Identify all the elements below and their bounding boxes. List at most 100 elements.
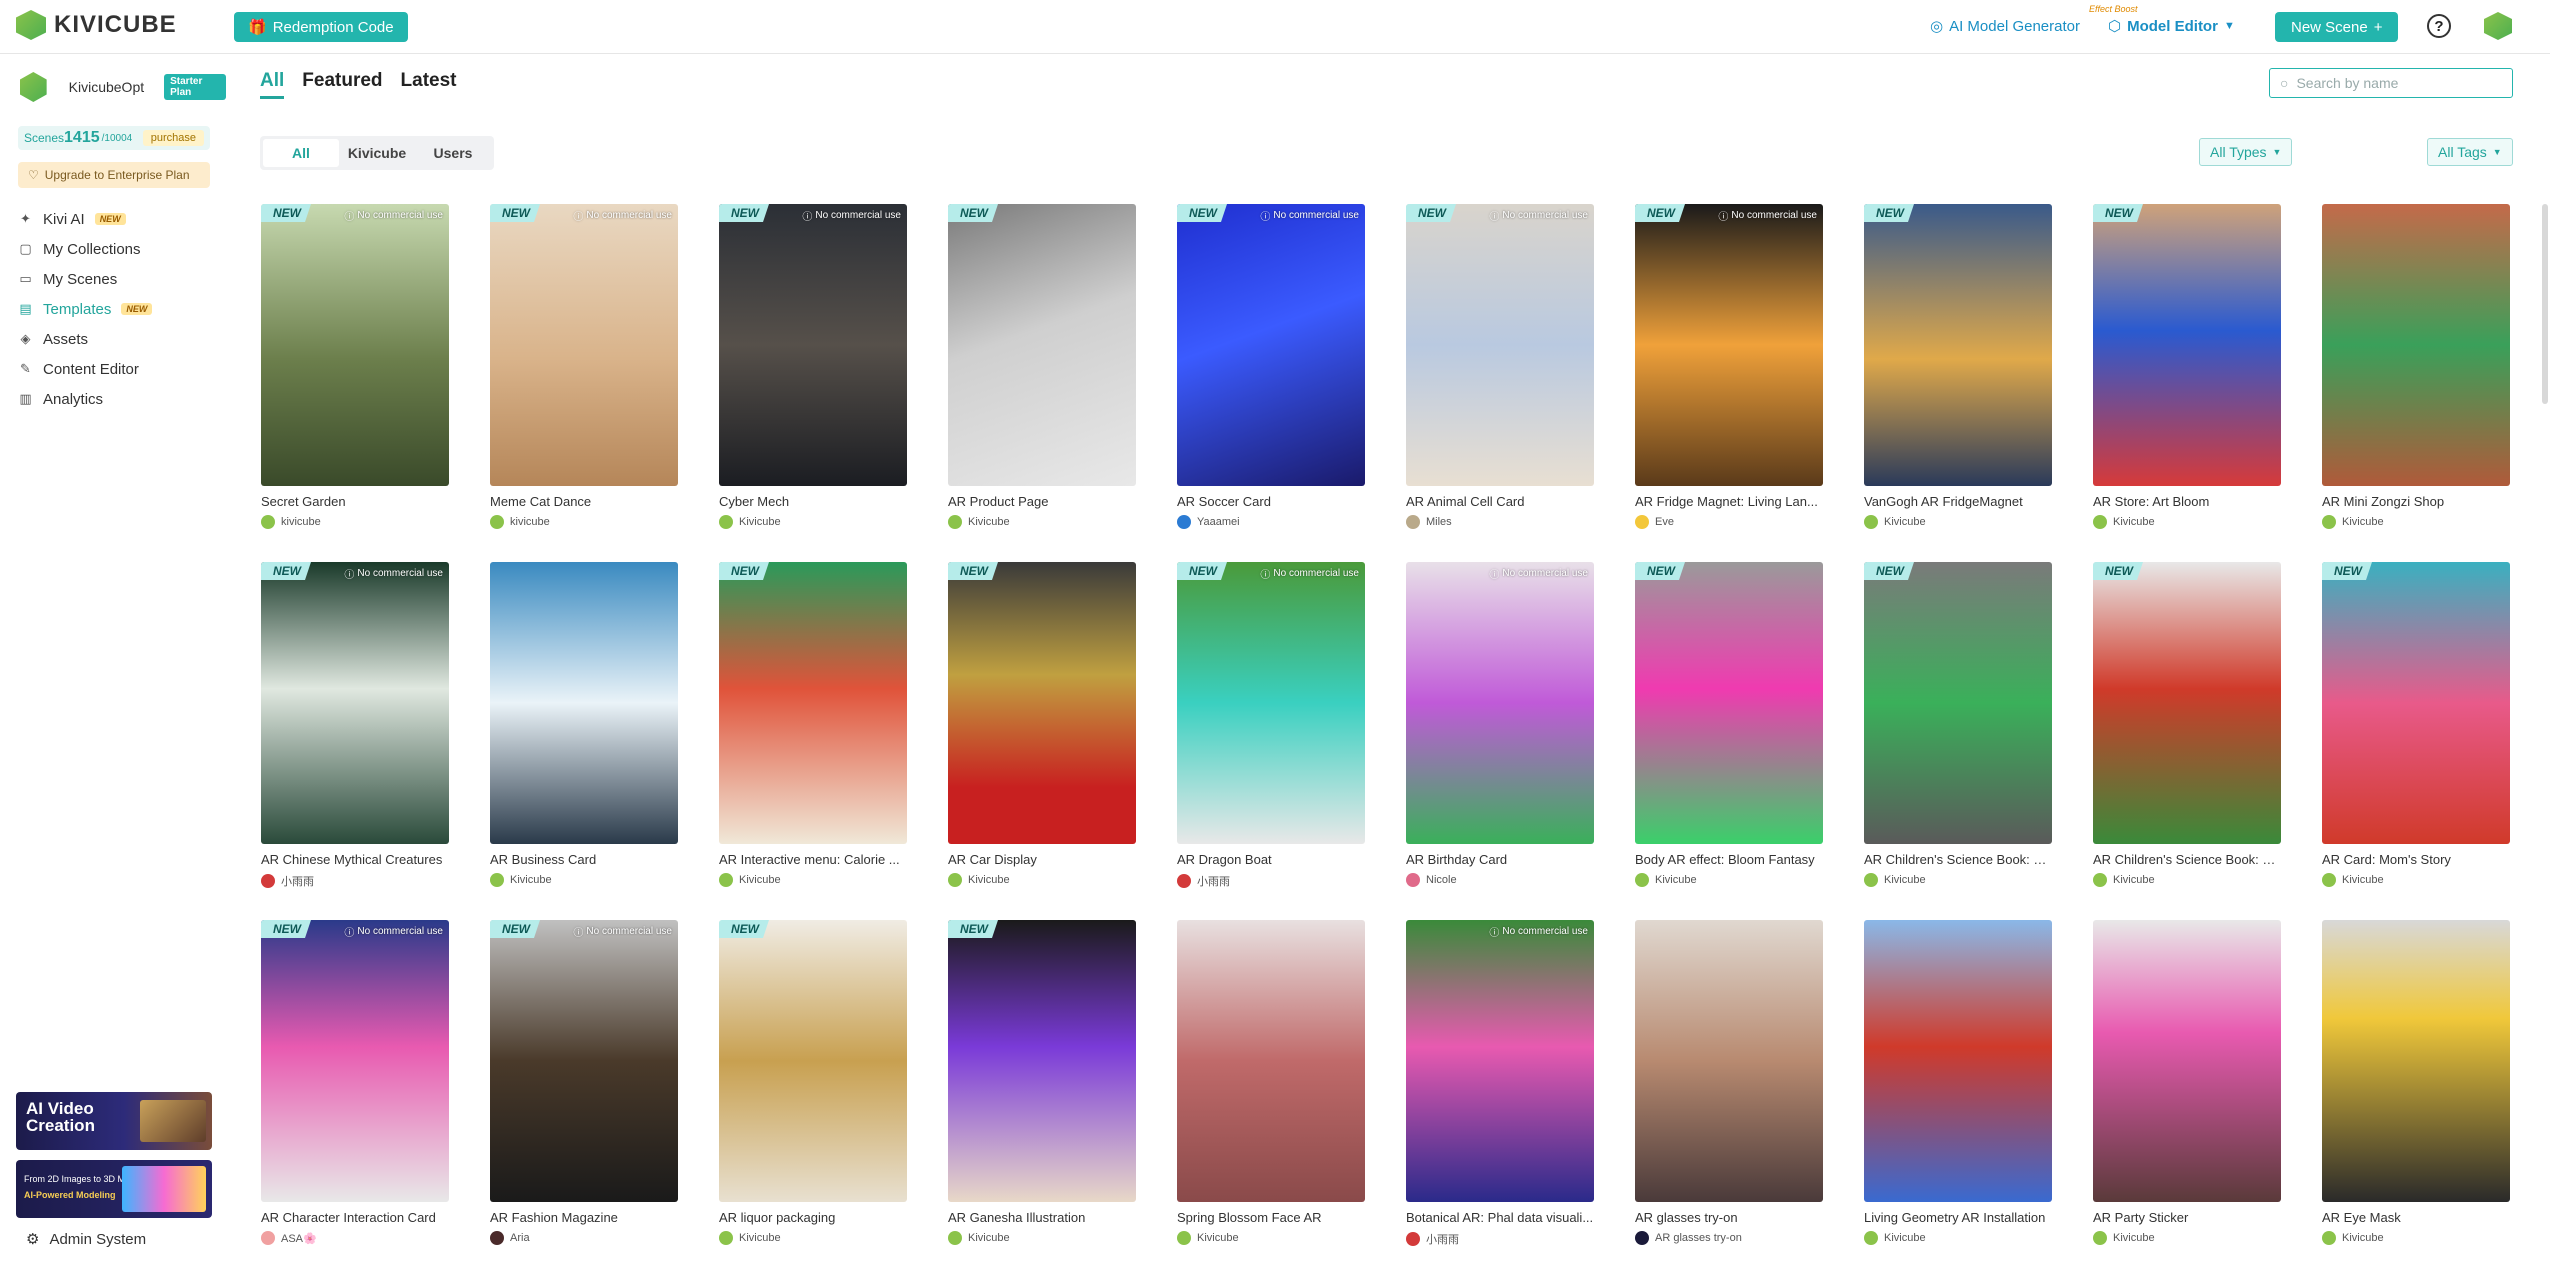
template-title[interactable]: Spring Blossom Face AR [1177,1210,1365,1225]
segment-kivicube[interactable]: Kivicube [339,139,415,167]
template-thumbnail[interactable]: NEW [948,562,1136,844]
template-title[interactable]: AR Ganesha Illustration [948,1210,1136,1225]
user-avatar[interactable] [2484,12,2512,40]
template-title[interactable]: AR Party Sticker [2093,1210,2281,1225]
template-title[interactable]: Living Geometry AR Installation [1864,1210,2052,1225]
template-thumbnail[interactable] [2322,920,2510,1202]
template-thumbnail[interactable]: NEW [948,920,1136,1202]
template-card[interactable]: NEW AR liquor packaging Kivicube [719,920,907,1245]
template-thumbnail[interactable]: NEW ⓘ No commercial use [261,920,449,1202]
template-title[interactable]: VanGogh AR FridgeMagnet [1864,494,2052,509]
template-card[interactable]: NEW ⓘ No commercial use AR Animal Cell Ca… [1406,204,1594,529]
tab-latest[interactable]: Latest [401,70,457,99]
template-thumbnail[interactable]: ⓘ No commercial use [1406,562,1594,844]
scrollbar[interactable] [2542,204,2548,404]
template-thumbnail[interactable]: NEW [719,562,907,844]
template-thumbnail[interactable]: NEW ⓘ No commercial use [1635,204,1823,486]
template-title[interactable]: AR Animal Cell Card [1406,494,1594,509]
template-thumbnail[interactable] [1177,920,1365,1202]
template-card[interactable]: NEW ⓘ No commercial use AR Fashion Magazi… [490,920,678,1245]
template-title[interactable]: AR Card: Mom's Story [2322,852,2510,867]
sidebar-item-kivi-ai[interactable]: ✦ Kivi AI NEW [18,204,218,234]
template-thumbnail[interactable] [2093,920,2281,1202]
template-card[interactable]: NEW AR Ganesha Illustration Kivicube [948,920,1136,1245]
template-title[interactable]: Botanical AR: Phal data visuali... [1406,1210,1594,1225]
template-title[interactable]: AR Children's Science Book: M... [2093,852,2281,867]
sidebar-item-content-editor[interactable]: ✎ Content Editor [18,354,218,384]
template-card[interactable]: NEW AR Children's Science Book: R... Kiv… [1864,562,2052,887]
model-editor-dropdown[interactable]: ⬡ Model Editor ▼ [2108,17,2235,36]
template-title[interactable]: AR Character Interaction Card [261,1210,449,1225]
template-title[interactable]: AR Car Display [948,852,1136,867]
template-card[interactable]: NEW Body AR effect: Bloom Fantasy Kivicu… [1635,562,1823,887]
template-title[interactable]: AR Birthday Card [1406,852,1594,867]
template-card[interactable]: NEW ⓘ No commercial use Cyber Mech Kivicu… [719,204,907,529]
template-card[interactable]: AR Mini Zongzi Shop Kivicube [2322,204,2510,529]
segment-all[interactable]: All [263,139,339,167]
template-thumbnail[interactable]: NEW ⓘ No commercial use [261,204,449,486]
template-card[interactable]: NEW ⓘ No commercial use AR Dragon Boat 小雨… [1177,562,1365,888]
template-title[interactable]: AR Soccer Card [1177,494,1365,509]
redemption-code-button[interactable]: 🎁 Redemption Code [234,12,408,42]
template-thumbnail[interactable]: NEW ⓘ No commercial use [1177,562,1365,844]
template-card[interactable]: AR Party Sticker Kivicube [2093,920,2281,1245]
template-card[interactable]: Spring Blossom Face AR Kivicube [1177,920,1365,1245]
segment-users[interactable]: Users [415,139,491,167]
template-thumbnail[interactable]: NEW [2093,562,2281,844]
tab-featured[interactable]: Featured [302,70,382,99]
template-title[interactable]: AR Store: Art Bloom [2093,494,2281,509]
all-tags-filter[interactable]: All Tags ▼ [2427,138,2513,166]
template-thumbnail[interactable]: NEW [1635,562,1823,844]
template-title[interactable]: AR Children's Science Book: R... [1864,852,2052,867]
template-thumbnail[interactable]: NEW ⓘ No commercial use [1406,204,1594,486]
template-card[interactable]: ⓘ No commercial use AR Birthday Card Nico… [1406,562,1594,887]
search-input[interactable]: ○ Search by name [2269,68,2513,98]
template-title[interactable]: Meme Cat Dance [490,494,678,509]
template-title[interactable]: Cyber Mech [719,494,907,509]
template-thumbnail[interactable] [1635,920,1823,1202]
template-card[interactable]: NEW AR Product Page Kivicube [948,204,1136,529]
template-card[interactable]: NEW ⓘ No commercial use Secret Garden kiv… [261,204,449,529]
template-card[interactable]: NEW ⓘ No commercial use AR Chinese Mythic… [261,562,449,888]
template-card[interactable]: NEW VanGogh AR FridgeMagnet Kivicube [1864,204,2052,529]
template-card[interactable]: NEW ⓘ No commercial use AR Soccer Card Ya… [1177,204,1365,529]
template-title[interactable]: AR Mini Zongzi Shop [2322,494,2510,509]
template-title[interactable]: AR Chinese Mythical Creatures [261,852,449,867]
template-card[interactable]: ⓘ No commercial use Botanical AR: Phal da… [1406,920,1594,1246]
template-title[interactable]: AR Product Page [948,494,1136,509]
template-title[interactable]: AR Eye Mask [2322,1210,2510,1225]
template-card[interactable]: NEW AR Children's Science Book: M... Kiv… [2093,562,2281,887]
template-title[interactable]: AR Dragon Boat [1177,852,1365,867]
template-title[interactable]: AR Fridge Magnet: Living Lan... [1635,494,1823,509]
sidebar-item-templates[interactable]: ▤ Templates NEW [18,294,218,324]
template-thumbnail[interactable]: NEW ⓘ No commercial use [1177,204,1365,486]
template-title[interactable]: AR Business Card [490,852,678,867]
template-card[interactable]: NEW AR Car Display Kivicube [948,562,1136,887]
template-card[interactable]: Living Geometry AR Installation Kivicube [1864,920,2052,1245]
all-types-filter[interactable]: All Types ▼ [2199,138,2293,166]
template-title[interactable]: Secret Garden [261,494,449,509]
template-card[interactable]: NEW AR Interactive menu: Calorie ... Kiv… [719,562,907,887]
sidebar-item-assets[interactable]: ◈ Assets [18,324,218,354]
upgrade-plan-button[interactable]: ♡ Upgrade to Enterprise Plan [18,162,210,188]
template-thumbnail[interactable]: NEW [1864,204,2052,486]
template-thumbnail[interactable]: NEW [719,920,907,1202]
template-title[interactable]: AR Interactive menu: Calorie ... [719,852,907,867]
sidebar-item-my-collections[interactable]: ▢ My Collections [18,234,218,264]
template-thumbnail[interactable]: NEW ⓘ No commercial use [719,204,907,486]
template-thumbnail[interactable] [1864,920,2052,1202]
template-card[interactable]: NEW AR Card: Mom's Story Kivicube [2322,562,2510,887]
template-thumbnail[interactable]: NEW ⓘ No commercial use [490,204,678,486]
ai-model-generator-link[interactable]: ◎ AI Model Generator [1930,17,2080,36]
template-card[interactable]: AR Eye Mask Kivicube [2322,920,2510,1245]
sidebar-item-analytics[interactable]: ▥ Analytics [18,384,218,414]
template-thumbnail[interactable]: NEW ⓘ No commercial use [261,562,449,844]
template-thumbnail[interactable]: NEW ⓘ No commercial use [490,920,678,1202]
template-card[interactable]: AR glasses try-on AR glasses try-on [1635,920,1823,1245]
logo[interactable]: KIVICUBE [16,10,177,40]
sidebar-item-my-scenes[interactable]: ▭ My Scenes [18,264,218,294]
template-card[interactable]: NEW ⓘ No commercial use Meme Cat Dance ki… [490,204,678,529]
template-thumbnail[interactable]: NEW [2322,562,2510,844]
template-thumbnail[interactable] [2322,204,2510,486]
template-card[interactable]: NEW ⓘ No commercial use AR Character Inte… [261,920,449,1245]
